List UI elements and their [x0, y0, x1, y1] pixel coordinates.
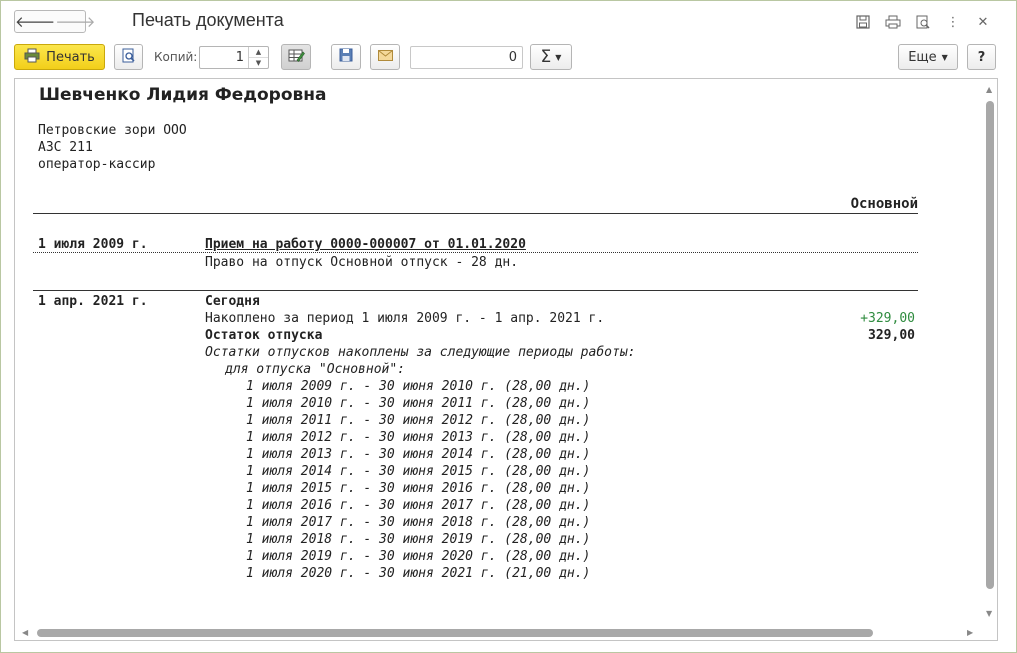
preview-icon[interactable]: [908, 11, 938, 33]
spreadsheet-document-frame[interactable]: Шевченко Лидия Федоровна Петровские зори…: [14, 78, 998, 641]
period-line: 1 июля 2016 г. - 30 июня 2017 г. (28,00 …: [246, 498, 591, 513]
balance-value: 329,00: [868, 328, 915, 343]
print-button[interactable]: Печать: [14, 44, 105, 70]
more-label: Еще: [908, 49, 937, 65]
scroll-left-icon[interactable]: ◀: [22, 628, 28, 637]
today-label: Сегодня: [205, 294, 260, 309]
vertical-scrollbar[interactable]: ▲ ▼: [982, 79, 997, 626]
period-line: 1 июля 2019 г. - 30 июня 2020 г. (28,00 …: [246, 549, 591, 564]
sum-value: 0: [508, 50, 517, 65]
horizontal-scroll-thumb[interactable]: [37, 629, 873, 637]
envelope-icon: [377, 49, 393, 65]
horizontal-scrollbar[interactable]: ◀ ▶: [15, 625, 983, 640]
copies-label: Копий:: [154, 50, 198, 64]
sigma-icon: Σ: [540, 47, 552, 67]
edit-mode-toggle[interactable]: [281, 44, 311, 70]
save-icon[interactable]: [848, 11, 878, 33]
title-actions: ⋮ ✕: [848, 11, 998, 33]
period-line: 1 июля 2020 г. - 30 июня 2021 г. (21,00 …: [246, 566, 591, 581]
dotted-divider: [33, 252, 918, 253]
print-document-window: 🡐 🡒 Печать документа ⋮ ✕ Печать Копий: 1…: [0, 0, 1017, 653]
periods-for: для отпуска "Основной":: [225, 362, 406, 377]
period-line: 1 июля 2015 г. - 30 июня 2016 г. (28,00 …: [246, 481, 591, 496]
period-line: 1 июля 2011 г. - 30 июня 2012 г. (28,00 …: [246, 413, 591, 428]
more-dropdown[interactable]: Еще ▼: [898, 44, 958, 70]
period-line: 1 июля 2010 г. - 30 июня 2011 г. (28,00 …: [246, 396, 591, 411]
printer-icon[interactable]: [878, 11, 908, 33]
report-document: Шевченко Лидия Федоровна Петровские зори…: [15, 79, 983, 626]
entry-date: 1 апр. 2021 г.: [38, 294, 148, 309]
copies-value[interactable]: 1: [236, 50, 244, 65]
more-vertical-icon[interactable]: ⋮: [938, 11, 968, 33]
period-line: 1 июля 2014 г. - 30 июня 2015 г. (28,00 …: [246, 464, 591, 479]
spin-up-icon[interactable]: ▲: [249, 47, 268, 58]
department: АЗС 211: [38, 140, 93, 155]
period-line: 1 июля 2013 г. - 30 июня 2014 г. (28,00 …: [246, 447, 591, 462]
hiring-event: Прием на работу 0000-000007 от 01.01.202…: [205, 237, 526, 252]
entry-date: 1 июля 2009 г.: [38, 237, 148, 252]
period-line: 1 июля 2012 г. - 30 июня 2013 г. (28,00 …: [246, 430, 591, 445]
window-title: Печать документа: [132, 10, 284, 30]
back-arrow-icon[interactable]: 🡐: [15, 11, 55, 32]
toolbar: Печать Копий: 1 ▲ ▼ 0 Σ ▼ Еще ▼ ?: [14, 44, 998, 70]
chevron-down-icon: ▼: [555, 52, 562, 62]
navigation-buttons: 🡐 🡒: [14, 10, 95, 33]
scroll-down-icon[interactable]: ▼: [986, 609, 992, 618]
balance-label: Остаток отпуска: [205, 328, 323, 343]
period-line: 1 июля 2009 г. - 30 июня 2010 г. (28,00 …: [246, 379, 591, 394]
vertical-scroll-thumb[interactable]: [986, 101, 994, 589]
period-line: 1 июля 2017 г. - 30 июня 2018 г. (28,00 …: [246, 515, 591, 530]
entry-divider: [33, 290, 918, 291]
close-icon[interactable]: ✕: [968, 11, 998, 33]
scroll-right-icon[interactable]: ▶: [967, 628, 973, 637]
print-preview-button[interactable]: [114, 44, 143, 70]
scroll-up-icon[interactable]: ▲: [986, 85, 992, 94]
entitlement-detail: Право на отпуск Основной отпуск - 28 дн.: [205, 255, 519, 270]
employee-name: Шевченко Лидия Федоровна: [39, 85, 327, 105]
spin-down-icon[interactable]: ▼: [249, 58, 268, 68]
printer-icon: [24, 48, 40, 67]
accrued-value: +329,00: [860, 311, 915, 326]
print-button-label: Печать: [46, 49, 95, 65]
sum-mode-dropdown[interactable]: Σ ▼: [530, 44, 572, 70]
copies-spin[interactable]: ▲ ▼: [248, 47, 268, 68]
position: оператор-кассир: [38, 157, 156, 172]
sum-field[interactable]: 0: [410, 46, 523, 69]
save-button[interactable]: [331, 44, 361, 70]
chevron-down-icon: ▼: [941, 52, 948, 62]
table-edit-icon: [288, 48, 305, 67]
period-line: 1 июля 2018 г. - 30 июня 2019 г. (28,00 …: [246, 532, 591, 547]
forward-arrow-icon[interactable]: 🡒: [55, 11, 95, 32]
column-header: Основной: [850, 196, 918, 212]
send-email-button[interactable]: [370, 44, 400, 70]
copies-stepper[interactable]: 1 ▲ ▼: [199, 46, 269, 69]
preview-icon: [122, 48, 136, 67]
help-button[interactable]: ?: [967, 44, 996, 70]
header-divider: [33, 213, 918, 214]
periods-intro: Остатки отпусков накоплены за следующие …: [205, 345, 636, 360]
organization: Петровские зори ООО: [38, 123, 187, 138]
floppy-disk-icon: [339, 48, 353, 66]
accrued-text: Накоплено за период 1 июля 2009 г. - 1 а…: [205, 311, 605, 326]
